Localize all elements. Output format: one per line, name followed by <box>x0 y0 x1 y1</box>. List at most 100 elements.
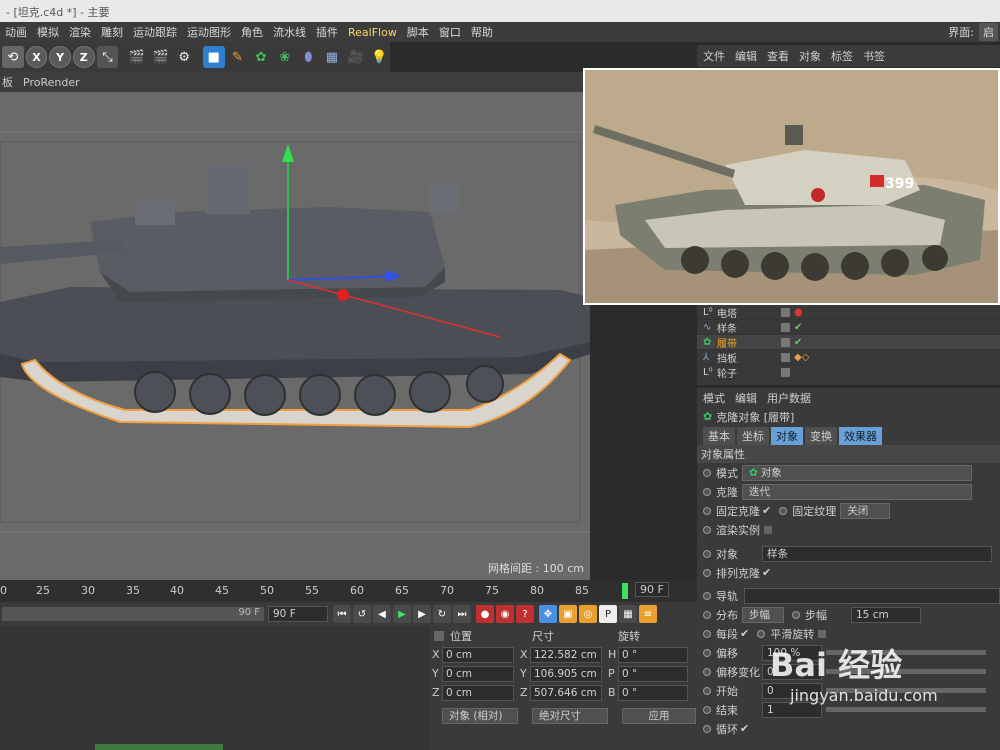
offset-field[interactable]: 100 % <box>762 644 822 661</box>
menu-pipeline[interactable]: 流水线 <box>268 24 311 40</box>
previous-frame-icon[interactable]: ◀ <box>373 605 391 623</box>
menu-script[interactable]: 脚本 <box>402 24 434 40</box>
animate-radio[interactable] <box>757 629 766 638</box>
camera-icon[interactable]: 🎥 <box>345 46 367 68</box>
per-segment-checkbox[interactable]: ✔ <box>740 627 749 640</box>
offset-variation-field[interactable]: 0 <box>762 663 822 680</box>
om-menu-view[interactable]: 查看 <box>767 48 789 64</box>
object-row-wheels[interactable]: L⁰ 轮子 <box>697 365 1000 380</box>
visibility-toggle[interactable] <box>781 352 790 362</box>
size-z-field[interactable]: 507.646 cm <box>530 684 602 701</box>
mode-dropdown[interactable]: ✿ 对象 <box>742 464 972 481</box>
cube-icon[interactable]: ■ <box>202 46 225 68</box>
object-name[interactable]: 电塔 <box>717 305 781 320</box>
size-y-field[interactable]: 106.905 cm <box>530 665 602 682</box>
arrange-clones-checkbox[interactable]: ✔ <box>762 566 771 579</box>
fixed-clone-checkbox[interactable]: ✔ <box>762 504 771 517</box>
size-x-field[interactable]: 122.582 cm <box>530 646 602 663</box>
key-parameter-icon[interactable]: P <box>599 605 617 623</box>
animate-radio[interactable] <box>703 468 711 477</box>
rotation-b-field[interactable]: 0 ° <box>618 684 688 701</box>
menu-motion-tracking[interactable]: 运动跟踪 <box>128 24 182 40</box>
animate-radio[interactable] <box>703 506 711 515</box>
loop-checkbox[interactable]: ✔ <box>740 722 749 735</box>
object-name[interactable]: 履带 <box>717 335 781 350</box>
om-menu-file[interactable]: 文件 <box>703 48 725 64</box>
animate-radio[interactable] <box>703 686 711 695</box>
key-position-icon[interactable]: ✥ <box>539 605 557 623</box>
key-pla-icon[interactable]: ▦ <box>619 605 637 623</box>
red-dot-icon[interactable]: ● <box>794 307 803 318</box>
deformer-icon[interactable]: ⬮ <box>297 46 319 68</box>
light-icon[interactable]: 💡 <box>368 46 390 68</box>
preview-range-slider[interactable]: 90 F <box>2 607 264 621</box>
animate-radio[interactable] <box>703 610 711 619</box>
animate-radio[interactable] <box>703 568 711 577</box>
render-picture-viewer-icon[interactable]: 🎬 <box>149 46 172 68</box>
offset-variation-slider[interactable] <box>826 669 986 674</box>
record-icon[interactable]: ● <box>476 605 494 623</box>
om-menu-bookmarks[interactable]: 书签 <box>863 48 885 64</box>
visibility-toggle[interactable] <box>781 367 790 377</box>
attr-menu-edit[interactable]: 编辑 <box>735 390 757 406</box>
menu-simulate[interactable]: 模拟 <box>32 24 64 40</box>
material-manager[interactable] <box>0 626 430 750</box>
previous-key-icon[interactable]: ↺ <box>353 605 371 623</box>
rotation-h-field[interactable]: 0 ° <box>618 646 688 663</box>
current-frame-field[interactable]: 90 F <box>635 582 669 597</box>
play-icon[interactable]: ▶ <box>393 605 411 623</box>
timeline-menu-icon[interactable]: ≡ <box>639 605 657 623</box>
next-key-icon[interactable]: ↻ <box>433 605 451 623</box>
animate-radio[interactable] <box>703 629 711 638</box>
tab-effectors[interactable]: 效果器 <box>839 426 882 445</box>
animate-radio[interactable] <box>703 591 711 600</box>
animate-radio[interactable] <box>703 648 711 657</box>
smooth-rotation-checkbox[interactable] <box>818 629 827 638</box>
key-scale-icon[interactable]: ▣ <box>559 605 577 623</box>
menu-render[interactable]: 渲染 <box>64 24 96 40</box>
tab-basic[interactable]: 基本 <box>703 426 735 445</box>
auto-key-icon[interactable]: ◉ <box>496 605 514 623</box>
om-menu-objects[interactable]: 对象 <box>799 48 821 64</box>
end-frame-field[interactable]: 90 F <box>268 606 328 622</box>
animate-radio[interactable] <box>703 724 711 733</box>
undo-icon[interactable]: ⟲ <box>2 46 24 68</box>
attr-menu-userdata[interactable]: 用户数据 <box>767 390 811 406</box>
start-slider[interactable] <box>826 688 986 693</box>
animate-radio[interactable] <box>703 667 711 676</box>
start-field[interactable]: 0 <box>762 682 822 699</box>
distribution-dropdown[interactable]: 步幅 <box>742 606 784 623</box>
offset-slider[interactable] <box>826 650 986 655</box>
next-frame-icon[interactable]: ▶ <box>413 605 431 623</box>
object-row-track[interactable]: ✿ 履带 ✔ <box>697 335 1000 350</box>
go-to-start-icon[interactable]: ⏮ <box>333 605 351 623</box>
position-x-field[interactable]: 0 cm <box>442 646 514 663</box>
apply-button[interactable]: 应用 <box>622 707 696 724</box>
pen-icon[interactable]: ✎ <box>227 46 249 68</box>
rotation-p-field[interactable]: 0 ° <box>618 665 688 682</box>
menu-character[interactable]: 角色 <box>236 24 268 40</box>
tab-object[interactable]: 对象 <box>771 426 803 445</box>
floor-icon[interactable]: ▦ <box>321 46 343 68</box>
end-slider[interactable] <box>826 707 986 712</box>
end-field[interactable]: 1 <box>762 701 822 718</box>
enabled-check-icon[interactable]: ✔ <box>794 337 802 348</box>
visibility-toggle[interactable] <box>781 322 790 332</box>
timeline-ruler[interactable]: 0 25 30 35 40 45 50 55 60 65 70 75 80 85… <box>0 580 697 602</box>
render-instances-checkbox[interactable] <box>764 525 772 534</box>
menu-realflow[interactable]: RealFlow <box>343 26 402 39</box>
menu-window[interactable]: 窗口 <box>434 24 466 40</box>
playhead[interactable] <box>622 583 628 599</box>
render-view-icon[interactable]: 🎬 <box>126 46 148 68</box>
coordinate-mode-dropdown[interactable]: 对象 (相对) <box>442 707 518 724</box>
animate-radio[interactable] <box>779 506 788 515</box>
animate-radio[interactable] <box>703 705 711 714</box>
x-axis-lock-button[interactable]: X <box>25 46 48 68</box>
keyframe-selection-icon[interactable]: ? <box>516 605 534 623</box>
om-menu-tags[interactable]: 标签 <box>831 48 853 64</box>
enabled-check-icon[interactable]: ✔ <box>794 322 802 333</box>
z-axis-lock-button[interactable]: Z <box>72 46 95 68</box>
viewport-tab-panel[interactable]: 板 <box>2 74 13 90</box>
3d-viewport[interactable]: 网格间距 : 100 cm <box>0 92 590 580</box>
subdivision-icon[interactable]: ✿ <box>250 46 272 68</box>
